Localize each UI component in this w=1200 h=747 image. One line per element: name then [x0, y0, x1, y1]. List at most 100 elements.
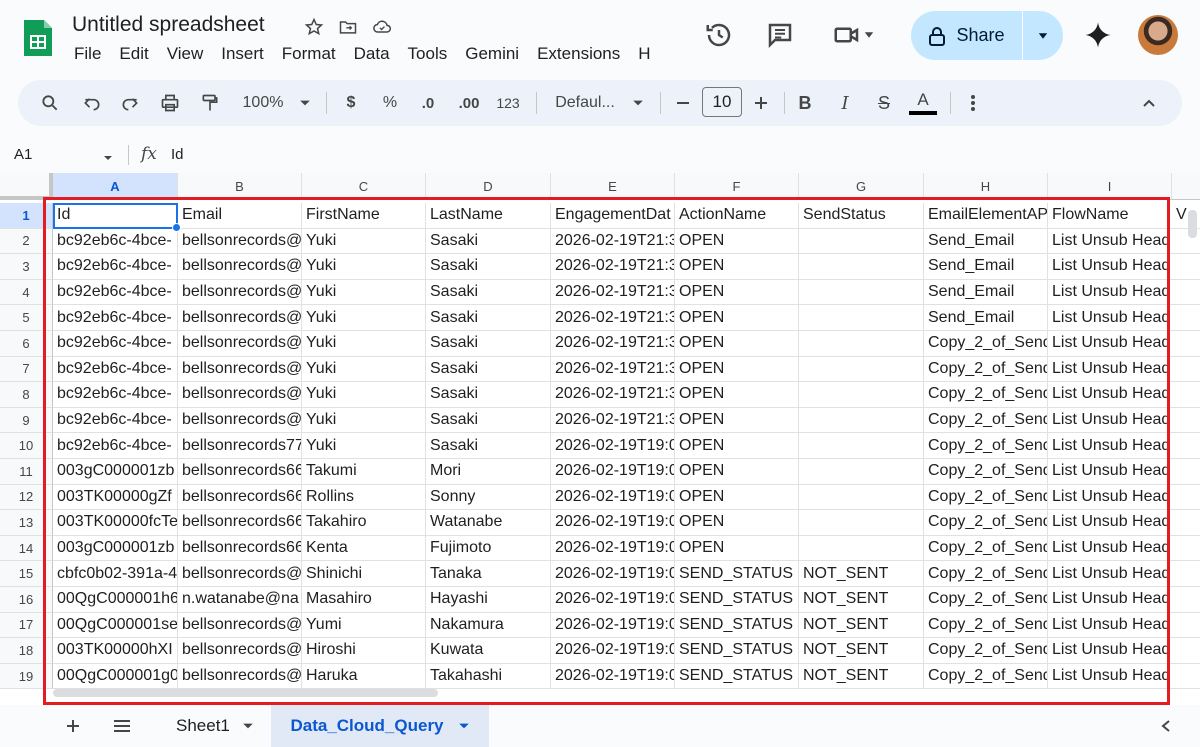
table-cell[interactable]: bellsonrecords@ — [178, 382, 302, 408]
chevron-left-icon[interactable] — [1160, 705, 1176, 747]
header-cell[interactable]: LastName — [426, 203, 551, 229]
more-formats-button[interactable]: 123 — [494, 80, 522, 126]
table-cell[interactable]: bellsonrecords@ — [178, 254, 302, 280]
table-cell[interactable]: 2026-02-19T21:3 — [551, 331, 675, 357]
table-cell[interactable]: Yuki — [302, 305, 426, 331]
search-menus-icon[interactable] — [34, 80, 66, 126]
table-cell[interactable]: 00QgC000001g0 — [53, 663, 178, 690]
table-cell[interactable]: bellsonrecords66 — [178, 510, 302, 536]
header-cell[interactable]: Id — [53, 203, 178, 229]
column-header-e[interactable]: E — [551, 173, 675, 200]
table-cell[interactable]: bellsonrecords@ — [178, 638, 302, 664]
row-header[interactable]: 19 — [0, 663, 53, 690]
table-cell[interactable]: 2026-02-19T19:0 — [551, 484, 675, 511]
decrease-decimal-button[interactable]: .0 — [414, 80, 442, 126]
table-cell[interactable]: Copy_2_of_Send — [924, 561, 1048, 587]
table-cell[interactable]: List Unsub Head — [1048, 485, 1172, 511]
menu-view[interactable]: View — [167, 44, 204, 64]
table-cell[interactable] — [799, 407, 924, 434]
horizontal-scrollbar[interactable] — [53, 689, 438, 697]
menu-edit[interactable]: Edit — [119, 44, 148, 64]
table-cell[interactable]: Copy_2_of_Send — [924, 587, 1048, 613]
table-cell[interactable] — [799, 433, 924, 459]
print-icon[interactable] — [156, 80, 184, 126]
row-header[interactable]: 17 — [0, 612, 53, 639]
table-cell[interactable]: Copy_2_of_Send — [924, 612, 1048, 639]
chevron-down-icon[interactable] — [628, 80, 648, 126]
table-cell[interactable]: 2026-02-19T19:0 — [551, 510, 675, 536]
table-cell[interactable] — [1172, 459, 1200, 485]
add-sheet-icon[interactable] — [62, 705, 84, 747]
table-cell[interactable]: OPEN — [675, 356, 799, 383]
table-cell[interactable]: bc92eb6c-4bce- — [53, 382, 178, 408]
tab-data-cloud-query[interactable]: Data_Cloud_Query — [271, 705, 489, 747]
table-cell[interactable]: Yuki — [302, 433, 426, 459]
table-cell[interactable]: Yuki — [302, 331, 426, 357]
row-header[interactable]: 10 — [0, 433, 53, 459]
row-header[interactable]: 18 — [0, 638, 53, 664]
font-select[interactable]: Defaul... — [548, 80, 622, 126]
fill-handle[interactable] — [172, 223, 181, 232]
row-header[interactable]: 1 — [0, 203, 53, 229]
table-cell[interactable]: bc92eb6c-4bce- — [53, 356, 178, 383]
row-header[interactable]: 7 — [0, 356, 53, 383]
table-cell[interactable]: SEND_STATUS — [675, 587, 799, 613]
vertical-scrollbar[interactable] — [1188, 210, 1197, 238]
table-cell[interactable]: NOT_SENT — [799, 587, 924, 613]
table-cell[interactable] — [799, 356, 924, 383]
gemini-icon[interactable] — [1083, 17, 1113, 53]
table-cell[interactable]: OPEN — [675, 459, 799, 485]
table-cell[interactable] — [799, 305, 924, 331]
table-cell[interactable] — [799, 459, 924, 485]
zoom-select[interactable]: 100% — [236, 80, 290, 126]
table-cell[interactable]: 2026-02-19T21:3 — [551, 407, 675, 434]
table-cell[interactable]: Copy_2_of_Send — [924, 331, 1048, 357]
row-header[interactable]: 14 — [0, 535, 53, 562]
table-cell[interactable]: bellsonrecords66 — [178, 459, 302, 485]
italic-button[interactable]: I — [834, 80, 856, 126]
table-cell[interactable]: Kuwata — [426, 638, 551, 664]
table-cell[interactable]: 2026-02-19T21:3 — [551, 228, 675, 255]
table-cell[interactable] — [1172, 664, 1200, 690]
table-cell[interactable]: Mori — [426, 459, 551, 485]
column-header-g[interactable]: G — [799, 173, 924, 200]
table-cell[interactable]: Haruka — [302, 663, 426, 690]
table-cell[interactable]: n.watanabe@na — [178, 587, 302, 613]
row-header[interactable]: 2 — [0, 228, 53, 255]
chevron-down-icon[interactable] — [242, 720, 254, 732]
menu-data[interactable]: Data — [354, 44, 390, 64]
table-cell[interactable]: List Unsub Head — [1048, 664, 1172, 690]
table-cell[interactable]: List Unsub Head — [1048, 638, 1172, 664]
table-cell[interactable] — [1172, 587, 1200, 613]
table-cell[interactable]: NOT_SENT — [799, 561, 924, 587]
table-cell[interactable]: bc92eb6c-4bce- — [53, 433, 178, 459]
table-cell[interactable]: Sasaki — [426, 356, 551, 383]
row-header[interactable]: 15 — [0, 561, 53, 587]
table-cell[interactable]: bellsonrecords@ — [178, 407, 302, 434]
table-cell[interactable]: 2026-02-19T19:0 — [551, 433, 675, 459]
table-cell[interactable] — [799, 279, 924, 306]
table-cell[interactable]: Yuki — [302, 356, 426, 383]
table-cell[interactable]: bc92eb6c-4bce- — [53, 254, 178, 280]
table-cell[interactable]: NOT_SENT — [799, 612, 924, 639]
table-cell[interactable]: List Unsub Head — [1048, 561, 1172, 587]
table-cell[interactable]: Fujimoto — [426, 535, 551, 562]
table-cell[interactable]: 2026-02-19T19:0 — [551, 612, 675, 639]
table-cell[interactable]: 00QgC000001se — [53, 612, 178, 639]
table-cell[interactable]: 2026-02-19T19:0 — [551, 459, 675, 485]
table-cell[interactable]: Sasaki — [426, 305, 551, 331]
table-cell[interactable] — [1172, 485, 1200, 511]
column-header-overflow[interactable] — [1172, 173, 1200, 200]
table-cell[interactable]: OPEN — [675, 331, 799, 357]
table-cell[interactable]: 2026-02-19T19:0 — [551, 638, 675, 664]
header-cell[interactable]: EngagementDat — [551, 203, 675, 229]
table-cell[interactable]: OPEN — [675, 433, 799, 459]
chevron-down-icon[interactable] — [294, 80, 316, 126]
table-cell[interactable] — [1172, 280, 1200, 306]
table-cell[interactable]: Yuki — [302, 228, 426, 255]
table-cell[interactable]: bc92eb6c-4bce- — [53, 228, 178, 255]
table-cell[interactable] — [799, 510, 924, 536]
table-cell[interactable]: 003gC000001zb — [53, 459, 178, 485]
text-color-button[interactable]: A — [908, 80, 938, 126]
table-cell[interactable]: NOT_SENT — [799, 638, 924, 664]
